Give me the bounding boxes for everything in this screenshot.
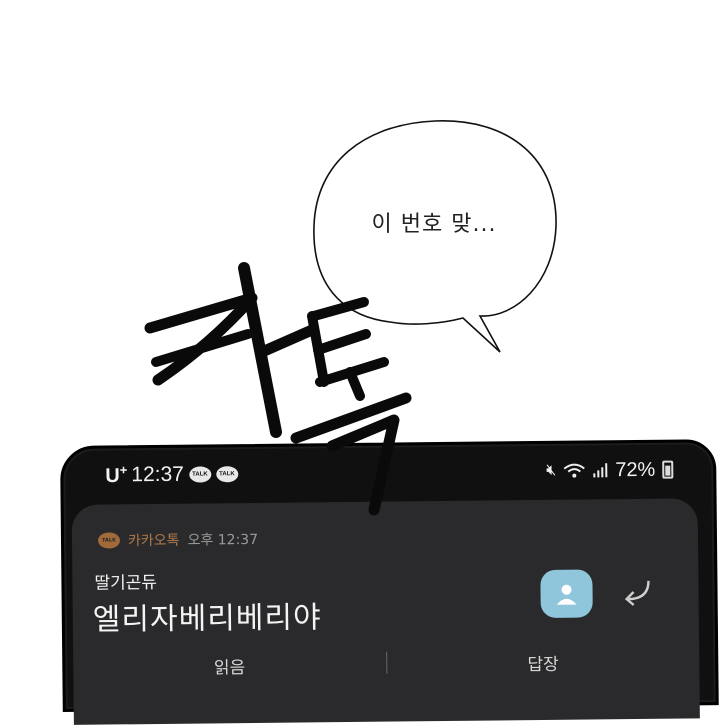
comic-panel: 이 번호 맞... U+ 12:37 TALK TALK 🔇︎ 72% TALK… — [0, 0, 720, 725]
sound-effect-kakaotalk: 카톡 — [144, 262, 412, 516]
